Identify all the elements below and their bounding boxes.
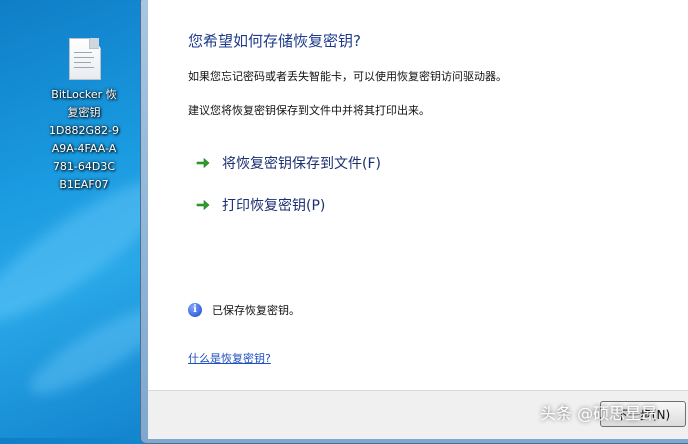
print-recovery-key-command[interactable]: 打印恢复密钥(P) [196, 195, 325, 215]
info-message: i 已保存恢复密钥。 [188, 302, 300, 318]
bitlocker-recovery-dialog: 您希望如何存储恢复密钥? 如果您忘记密码或者丢失智能卡，可以使用恢复密钥访问驱动… [148, 0, 688, 390]
what-is-recovery-key-link[interactable]: 什么是恢复密钥? [188, 350, 271, 366]
dialog-description: 如果您忘记密码或者丢失智能卡，可以使用恢复密钥访问驱动器。 [188, 70, 507, 83]
dialog-title: 您希望如何存储恢复密钥? [188, 32, 361, 50]
green-arrow-icon [196, 157, 210, 169]
green-arrow-icon [196, 199, 210, 211]
file-label-line: 复密钥 [67, 106, 101, 119]
desktop-file-label: BitLocker 恢 复密钥 1D882G82-9 A9A-4FAA-A 78… [44, 86, 124, 194]
file-label-line: B1EAF07 [59, 178, 109, 191]
info-text: 已保存恢复密钥。 [212, 304, 300, 317]
file-label-line: BitLocker 恢 [51, 88, 117, 101]
text-file-icon [69, 38, 101, 80]
file-label-line: 781-64D3C [52, 160, 116, 173]
save-to-file-command[interactable]: 将恢复密钥保存到文件(F) [196, 153, 381, 173]
watermark: 头条 @硕思星昂 [540, 404, 658, 423]
file-label-line: A9A-4FAA-A [51, 142, 117, 155]
print-recovery-key-label: 打印恢复密钥(P) [222, 198, 326, 214]
dialog-recommendation: 建议您将恢复密钥保存到文件中并将其打印出来。 [188, 104, 430, 117]
file-label-line: 1D882G82-9 [49, 124, 119, 137]
save-to-file-label: 将恢复密钥保存到文件(F) [222, 156, 381, 172]
info-icon: i [188, 303, 202, 317]
desktop-file-recovery-key[interactable]: BitLocker 恢 复密钥 1D882G82-9 A9A-4FAA-A 78… [44, 38, 124, 194]
